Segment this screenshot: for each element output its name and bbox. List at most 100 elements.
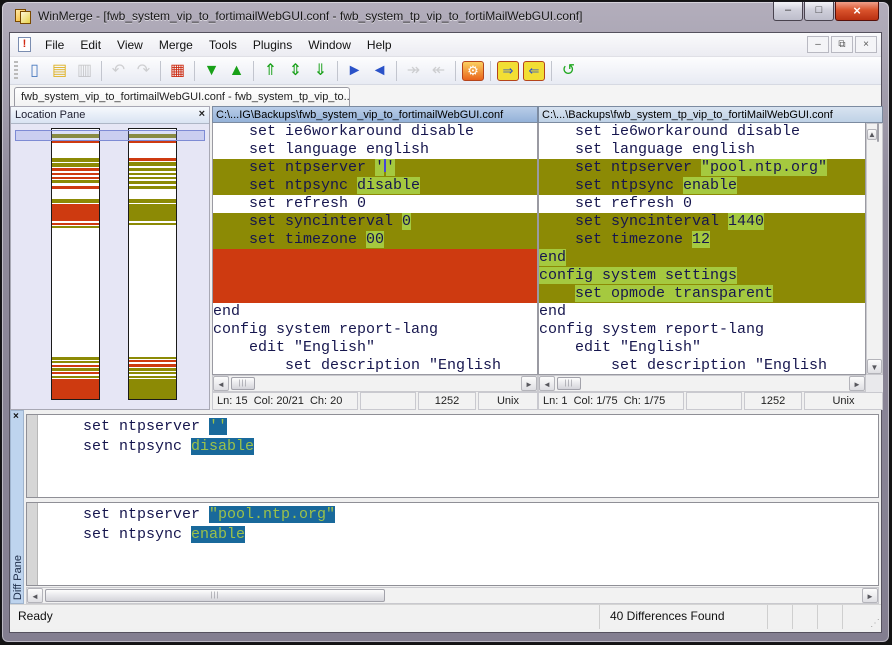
right-file-path-header[interactable]: C:\...\Backups\fwb_system_tp_vip_to_fort… xyxy=(538,106,883,123)
scroll-left-icon[interactable]: ◄ xyxy=(27,588,43,603)
location-pane-header[interactable]: Location Pane × xyxy=(11,107,209,124)
menu-file[interactable]: File xyxy=(37,35,72,55)
missing-lines-block[interactable] xyxy=(213,249,537,303)
options-button[interactable]: ⚙ xyxy=(462,61,484,81)
diff-section-1-text[interactable]: set ntpserver "pool.ntp.org" set ntpsync… xyxy=(39,505,878,585)
location-bar-left[interactable] xyxy=(51,128,100,400)
left-file-path-header[interactable]: C:\...IG\Backups\fwb_system_vip_to_forti… xyxy=(212,106,538,123)
copy-all-left-button[interactable]: ⇐ xyxy=(523,61,545,81)
menu-tools[interactable]: Tools xyxy=(201,35,245,55)
left-encoding: 1252 xyxy=(418,392,476,410)
scroll-right-icon[interactable]: ► xyxy=(862,588,878,603)
right-horizontal-scrollbar[interactable]: ◄ ||| ► xyxy=(538,375,866,392)
code-line[interactable]: set timezone 12 xyxy=(539,231,865,249)
diff-location-stripe xyxy=(52,177,99,179)
code-line[interactable]: set opmode transparent xyxy=(539,285,865,303)
code-line[interactable]: set refresh 0 xyxy=(213,195,537,213)
first-difference-button[interactable]: ⇑ xyxy=(258,59,283,83)
code-line[interactable]: end xyxy=(213,303,537,321)
code-line[interactable]: set refresh 0 xyxy=(539,195,865,213)
left-code-view[interactable]: set ie6workaround disable set language e… xyxy=(212,123,538,375)
scroll-right-icon[interactable]: ► xyxy=(521,376,537,391)
mdi-close-button[interactable]: × xyxy=(855,36,877,53)
code-text: set ntpsync xyxy=(213,177,357,194)
scroll-left-icon[interactable]: ◄ xyxy=(213,376,229,391)
copy-left-button[interactable]: ◄ xyxy=(367,59,392,83)
open-button[interactable]: ▤ xyxy=(47,59,72,83)
refresh-button[interactable]: ↺ xyxy=(556,59,581,83)
code-line[interactable]: config system settings xyxy=(539,267,865,285)
tab-compare-files[interactable]: fwb_system_vip_to_fortimailWebGUI.conf -… xyxy=(14,87,350,106)
code-line[interactable]: edit "English" xyxy=(539,339,865,357)
location-pane-body[interactable] xyxy=(11,124,209,409)
scroll-up-icon[interactable]: ▲ xyxy=(867,129,877,140)
code-line[interactable]: config system report-lang xyxy=(213,321,537,339)
location-pane-title: Location Pane xyxy=(15,109,85,121)
copy-right-button[interactable]: ► xyxy=(342,59,367,83)
right-hscroll-thumb[interactable]: ||| xyxy=(557,377,581,390)
left-eol-style: Unix xyxy=(478,392,538,410)
diff-section-0-text[interactable]: set ntpserver '' set ntpsync disable xyxy=(39,417,878,497)
view-differences-button[interactable]: ▦ xyxy=(165,59,190,83)
code-line[interactable]: set description "English xyxy=(213,357,537,375)
code-line[interactable]: set ntpsync enable xyxy=(539,177,865,195)
new-file-button[interactable]: ▯ xyxy=(22,59,47,83)
toolbar-separator xyxy=(101,61,102,81)
code-line[interactable]: set language english xyxy=(213,141,537,159)
right-vertical-scrollbar[interactable]: ▲ ▼ xyxy=(866,123,883,375)
menu-plugins[interactable]: Plugins xyxy=(245,35,300,55)
menu-window[interactable]: Window xyxy=(300,35,359,55)
mdi-minimize-button[interactable]: – xyxy=(807,36,829,53)
code-line[interactable]: set language english xyxy=(539,141,865,159)
code-line[interactable]: end xyxy=(539,303,865,321)
diff-location-stripe xyxy=(129,162,176,166)
location-bar-right[interactable] xyxy=(128,128,177,400)
toolbar-separator xyxy=(160,61,161,81)
maximize-button[interactable]: □ xyxy=(804,2,834,21)
menu-help[interactable]: Help xyxy=(359,35,400,55)
menu-view[interactable]: View xyxy=(109,35,151,55)
code-line[interactable]: set ntpserver '' xyxy=(213,159,537,177)
previous-difference-button[interactable]: ▲ xyxy=(224,59,249,83)
location-view-indicator[interactable] xyxy=(15,130,205,141)
scroll-left-icon[interactable]: ◄ xyxy=(539,376,555,391)
left-horizontal-scrollbar[interactable]: ◄ ||| ► xyxy=(212,375,538,392)
refresh-icon: ↺ xyxy=(562,63,575,79)
current-difference-button[interactable]: ⇕ xyxy=(283,59,308,83)
diff-pane-close-icon[interactable]: × xyxy=(13,411,19,422)
code-line[interactable]: set ie6workaround disable xyxy=(213,123,537,141)
diff-word-highlight: ' xyxy=(375,159,384,176)
minimize-button[interactable]: – xyxy=(773,2,803,21)
menu-merge[interactable]: Merge xyxy=(151,35,201,55)
code-line[interactable]: set ie6workaround disable xyxy=(539,123,865,141)
scroll-down-icon[interactable]: ▼ xyxy=(867,359,882,374)
diff-hscroll-thumb[interactable]: ||| xyxy=(45,589,385,602)
diff-pane-horizontal-scrollbar[interactable]: ◄ ||| ► xyxy=(26,587,879,604)
code-line[interactable]: set timezone 00 xyxy=(213,231,537,249)
right-cursor-position: Ln: 1 Col: 1/75 Ch: 1/75 xyxy=(538,392,684,410)
mdi-restore-button[interactable]: ⧉ xyxy=(831,36,853,53)
last-difference-button[interactable]: ⇓ xyxy=(308,59,333,83)
title-bar[interactable]: WinMerge - [fwb_system_vip_to_fortimailW… xyxy=(2,2,889,32)
code-line[interactable]: config system report-lang xyxy=(539,321,865,339)
close-button[interactable]: × xyxy=(835,2,879,21)
resize-grip-icon[interactable] xyxy=(867,605,881,629)
code-line[interactable]: edit "English" xyxy=(213,339,537,357)
menu-edit[interactable]: Edit xyxy=(72,35,109,55)
code-text: edit "English" xyxy=(213,339,375,356)
diff-pane-line: set ntpsync disable xyxy=(47,437,878,457)
diff-location-stripe xyxy=(52,357,99,360)
code-line[interactable]: set description "English xyxy=(539,357,865,375)
code-line[interactable]: end xyxy=(539,249,865,267)
copy-all-right-button[interactable]: ⇒ xyxy=(497,61,519,81)
code-line[interactable]: set ntpsync disable xyxy=(213,177,537,195)
code-line[interactable]: set syncinterval 0 xyxy=(213,213,537,231)
right-vscroll-thumb[interactable] xyxy=(877,123,879,142)
location-pane-close-icon[interactable]: × xyxy=(199,108,205,120)
next-difference-button[interactable]: ▼ xyxy=(199,59,224,83)
left-hscroll-thumb[interactable]: ||| xyxy=(231,377,255,390)
right-code-view[interactable]: set ie6workaround disable set language e… xyxy=(538,123,866,375)
code-line[interactable]: set syncinterval 1440 xyxy=(539,213,865,231)
scroll-right-icon[interactable]: ► xyxy=(849,376,865,391)
code-line[interactable]: set ntpserver "pool.ntp.org" xyxy=(539,159,865,177)
